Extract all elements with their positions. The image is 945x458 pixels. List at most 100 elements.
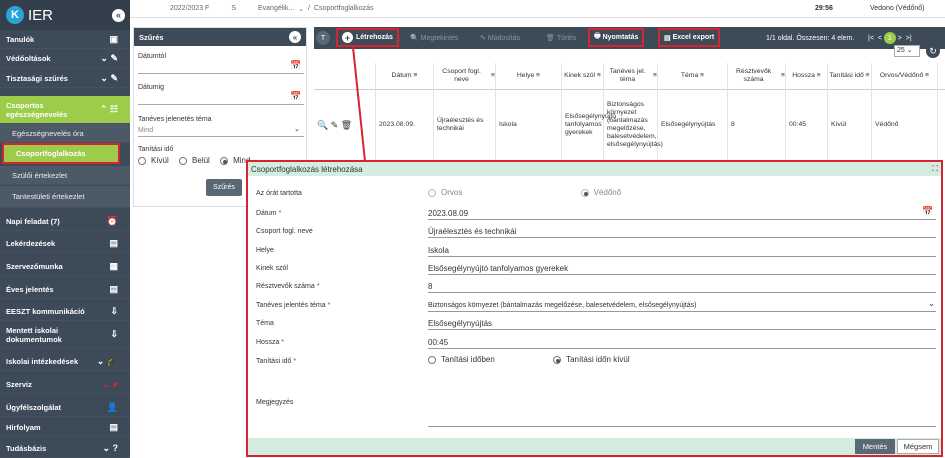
excel-export-label: Excel export xyxy=(672,34,715,41)
modify-button[interactable]: ✎ Módosítás xyxy=(476,30,524,46)
excel-icon: ▤ xyxy=(664,34,673,42)
chevron-down-icon[interactable]: ⌄ xyxy=(928,299,935,308)
row-actions: 🔍 ✎ 🗑 xyxy=(314,89,376,161)
column-header[interactable]: Csoport fogl. neve ≡ xyxy=(434,63,496,89)
sidebar-item-csoportos-egeszsegneveles[interactable]: Csoportos egészségnevelés ⌃ ☷ xyxy=(0,96,130,124)
required-mark: * xyxy=(281,339,285,346)
sidebar-item-ugyfelszolgalat[interactable]: Ügyfélszolgálat 👤 xyxy=(0,398,130,417)
radio-inside[interactable] xyxy=(179,156,188,165)
calendar-icon[interactable]: 📅 xyxy=(290,91,301,102)
next-page-icon[interactable]: > xyxy=(898,35,902,42)
collapse-filter-icon[interactable]: « xyxy=(289,31,301,43)
group-name-input[interactable]: Újraélesztés és technikái xyxy=(428,226,936,238)
current-page[interactable]: 1 xyxy=(883,32,896,44)
trash-icon: 🗑 xyxy=(546,35,557,42)
trash-icon[interactable]: 🗑 xyxy=(341,121,352,130)
note-textarea[interactable] xyxy=(428,386,936,427)
sidebar-item-eeszt-kommunikacio[interactable]: EESZT kommunikáció ⇩ xyxy=(0,302,130,321)
task-count: (7) xyxy=(50,216,60,226)
column-header[interactable]: Résztvevők száma ≡ xyxy=(728,63,786,89)
annual-topic-label: Tanéves jelentés téma * xyxy=(256,302,330,309)
radio-doctor[interactable] xyxy=(428,188,436,197)
column-header[interactable]: Helye ≡ xyxy=(496,63,562,89)
briefcase-icon: ▦ xyxy=(109,260,118,271)
column-header-label: Résztvevők száma xyxy=(736,68,772,83)
radio-outside-school-time[interactable] xyxy=(553,355,562,364)
duration-input[interactable]: 00:45 xyxy=(428,337,936,349)
topic-input[interactable]: Elsősegélynyújtás xyxy=(428,318,936,330)
radio-outside[interactable] xyxy=(138,156,146,165)
page-size-select[interactable]: 25 ⌄ xyxy=(894,45,920,57)
sidebar-item-mentett-dokumentumok[interactable]: Mentett iskolai dokumentumok ⇩ xyxy=(0,322,130,348)
topic-filter-underline xyxy=(138,136,304,137)
sidebar-item-tantestuleti-ertekezlet[interactable]: Tantestületi értekezlet xyxy=(0,186,130,208)
sidebar-item-label: Csoportfoglalkozás xyxy=(16,149,86,158)
school-year-select[interactable]: 2022/2023 F xyxy=(170,5,209,12)
user-menu[interactable]: Vedono (Védőnő) xyxy=(870,5,925,12)
school-select[interactable]: Evangélik... xyxy=(258,5,294,12)
column-header[interactable]: Dátum ≡ xyxy=(376,63,434,89)
location-input[interactable]: Iskola xyxy=(428,245,936,257)
chevron-down-icon[interactable]: ⌄ xyxy=(294,125,300,133)
column-header[interactable]: Tanítási idő ≡ xyxy=(828,63,872,89)
sidebar-item-szervezomunka[interactable]: Szervezőmunka ▦ xyxy=(0,257,130,276)
dialog-header: Csoportfoglalkozás létrehozása ⛶ xyxy=(248,162,941,176)
semester-select[interactable]: S xyxy=(231,5,236,12)
topic-filter-select[interactable]: Mind xyxy=(138,127,153,134)
print-button[interactable]: 🖶 Nyomtatás xyxy=(588,28,645,47)
status-dot-icon: ⌄ ● xyxy=(102,378,118,389)
radio-in-school-time[interactable] xyxy=(428,355,436,364)
collapse-sidebar-icon[interactable]: « xyxy=(112,8,125,22)
column-header[interactable]: Téma ≡ xyxy=(658,63,728,89)
prev-page-icon[interactable]: < xyxy=(878,35,882,42)
radio-all[interactable] xyxy=(220,156,229,165)
column-header[interactable]: Tanéves jel. téma ≡ xyxy=(604,63,658,89)
column-header[interactable]: Kinek szól ≡ xyxy=(562,63,604,89)
date-to-input[interactable] xyxy=(138,104,304,105)
cancel-button[interactable]: Mégsem xyxy=(897,439,939,454)
sidebar-item-szuloi-ertekezlet[interactable]: Szülői értekezlet xyxy=(0,166,130,185)
sidebar-item-szerviz[interactable]: Szerviz ⌄ ● xyxy=(0,375,130,394)
chevron-down-icon[interactable]: ⌄ xyxy=(298,5,304,13)
maximize-icon[interactable]: ⛶ xyxy=(932,164,938,174)
sidebar-item-tisztasagi-szures[interactable]: Tisztasági szűrés ⌄ ✎ xyxy=(0,69,130,88)
radio-nurse[interactable] xyxy=(580,188,589,197)
last-page-icon[interactable]: >| xyxy=(906,35,912,42)
annual-topic-select[interactable]: Biztonságos környezet (bántalmazás megel… xyxy=(428,300,936,312)
column-header[interactable]: Hossza ≡ xyxy=(786,63,828,89)
sidebar-item-hirfolyam[interactable]: Hírfolyam ▤ xyxy=(0,418,130,437)
date-from-input[interactable] xyxy=(138,73,304,74)
refresh-icon[interactable]: ↻ xyxy=(926,44,940,58)
sidebar-item-lekerdezesek[interactable]: Lekérdezések ▤ xyxy=(0,234,130,253)
view-button[interactable]: 🔍 Megtekintés xyxy=(406,30,462,46)
calendar-icon[interactable]: 📅 xyxy=(922,206,933,217)
column-header-label: Kinek szól xyxy=(564,72,596,79)
participants-input[interactable]: 8 xyxy=(428,281,936,293)
first-page-icon[interactable]: |< xyxy=(868,35,874,42)
date-input[interactable]: 2023.08.09 xyxy=(428,208,936,220)
search-icon[interactable]: 🔍 xyxy=(317,121,328,130)
filter-button[interactable]: Szűrés xyxy=(206,179,242,196)
save-button[interactable]: Mentés xyxy=(855,439,895,454)
document-icon: ▤ xyxy=(109,237,118,248)
table-cell: 2023.08.09. xyxy=(376,89,434,161)
sidebar-item-egeszsegneveles-ora[interactable]: Egészségnevelés óra xyxy=(0,124,130,143)
delete-button[interactable]: 🗑 Törlés xyxy=(542,30,580,46)
sidebar-item-label: Tisztasági szűrés xyxy=(6,73,68,83)
sidebar-item-napi-feladat[interactable]: Napi feladat (7) ⏰ xyxy=(0,212,130,231)
calendar-icon[interactable]: 📅 xyxy=(290,60,301,71)
note-label: Megjegyzés xyxy=(256,399,294,406)
sidebar-item-iskolai-intezkedesek[interactable]: Iskolai intézkedések ⌄ 🎓 xyxy=(0,352,130,371)
filter-toggle-icon[interactable]: T xyxy=(316,31,330,45)
sidebar-item-tudasbazis[interactable]: Tudásbázis ⌄ ? xyxy=(0,439,130,458)
column-header[interactable]: Orvos/Védőnő ≡ xyxy=(872,63,938,89)
sidebar-item-eves-jelentes[interactable]: Éves jelentés ▤ xyxy=(0,280,130,299)
audience-input[interactable]: Elsősegélynyújtó tanfolyamos gyerekek xyxy=(428,263,936,275)
sidebar-item-label: Éves jelentés xyxy=(6,284,54,294)
sidebar-item-tanulok[interactable]: Tanulók ▣ xyxy=(0,30,130,49)
sidebar-item-csoportfoglalkozas[interactable]: Csoportfoglalkozás xyxy=(2,143,120,164)
pencil-icon[interactable]: ✎ xyxy=(331,121,339,130)
create-button[interactable]: + Létrehozás xyxy=(336,28,399,47)
sidebar-item-vedooltasok[interactable]: Védőoltások ⌄ ✎ xyxy=(0,49,130,68)
excel-export-button[interactable]: ▤ Excel export xyxy=(658,28,721,47)
